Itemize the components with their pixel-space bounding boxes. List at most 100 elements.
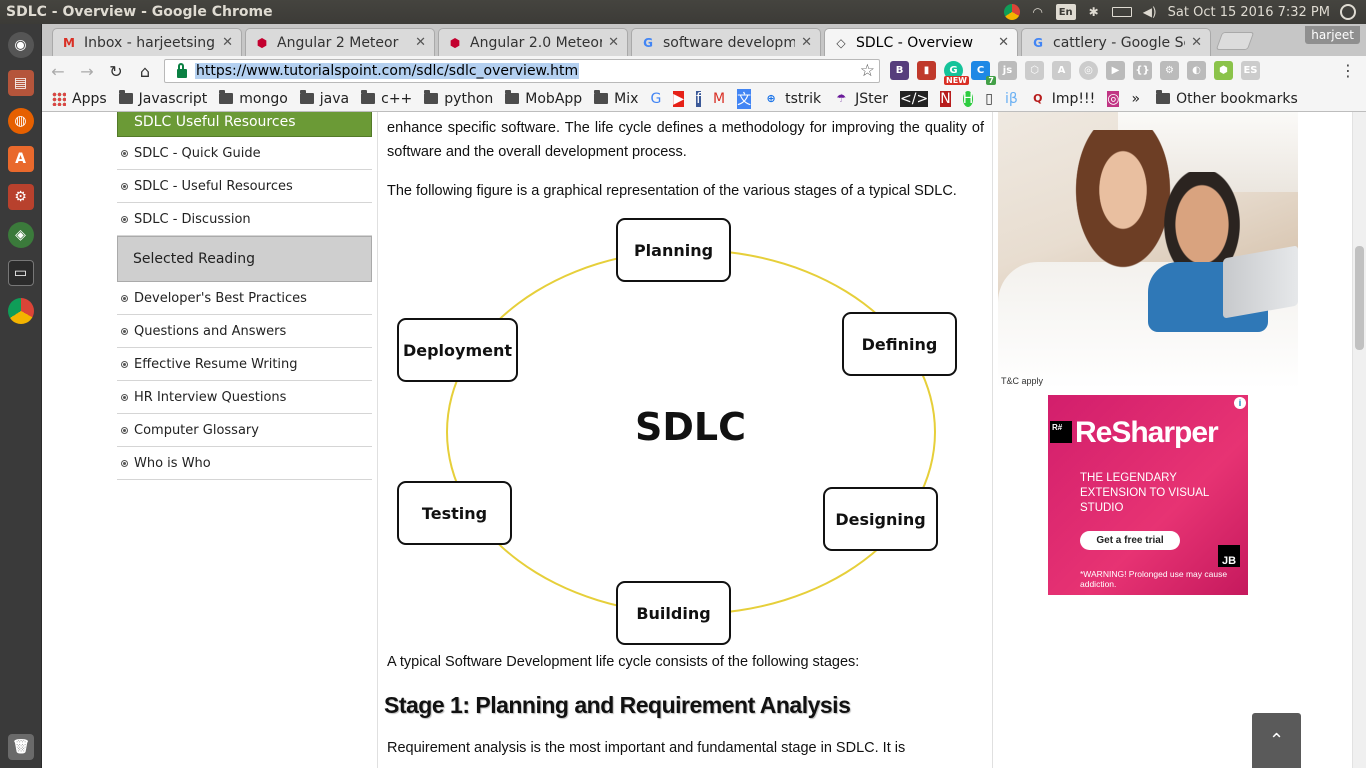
firefox-icon[interactable]: ◍ [4,104,38,138]
node-ext-icon[interactable]: ⬢ [1214,61,1233,80]
js-ext-icon[interactable]: js [998,61,1017,80]
bookmarks-overflow-button[interactable]: » [1131,91,1140,107]
bookmarks-bar: Apps Javascript mongo java c++ python Mo… [42,86,1366,112]
scrollbar-thumb[interactable] [1355,246,1364,350]
adchoices-icon[interactable]: i [1234,397,1246,409]
files-icon[interactable]: ▤ [4,66,38,100]
translate-bookmark-icon[interactable]: 文 [737,88,752,109]
bookmark-apps[interactable]: Apps [52,91,107,107]
shield-ext-icon[interactable]: ◐ [1187,61,1206,80]
resharper-logo: R# [1050,421,1072,443]
close-tab-icon[interactable]: ✕ [998,35,1009,50]
url-text[interactable]: https://www.tutorialspoint.com/sdlc/sdlc… [195,63,580,79]
sidebar-link-best-practices[interactable]: Developer's Best Practices [117,282,372,315]
sidebar-link-questions-answers[interactable]: Questions and Answers [117,315,372,348]
tab-angular20-meteor[interactable]: ⬢ Angular 2.0 Meteor ✕ [438,28,628,56]
hexagon-ext-icon[interactable]: ⬡ [1025,61,1044,80]
bookmark-star-icon[interactable]: ☆ [860,61,875,81]
chrome-tray-icon[interactable] [1003,4,1020,20]
power-gear-icon[interactable] [1340,4,1356,20]
bookmark-folder-python[interactable]: python [424,90,493,107]
wifi-icon[interactable]: ◠ [1030,4,1046,20]
android-studio-icon[interactable]: ◈ [4,218,38,252]
sidebar-link-discussion[interactable]: SDLC - Discussion [117,203,372,236]
software-center-icon[interactable]: A [4,142,38,176]
home-button[interactable]: ⌂ [132,58,158,84]
bookmark-folder-java[interactable]: java [299,90,349,107]
apps-grid-icon [52,91,66,106]
trash-icon[interactable]: 🗑 [4,730,38,764]
tab-software-development[interactable]: G software developm ✕ [631,28,821,56]
bookmark-jster[interactable]: ☂ JSter [833,91,888,107]
sidebar-link-quick-guide[interactable]: SDLC - Quick Guide [117,137,372,170]
tab-gmail[interactable]: M Inbox - harjeetsingh ✕ [52,28,242,56]
chrome-menu-icon[interactable]: ⋮ [1340,61,1356,80]
other-bookmarks[interactable]: Other bookmarks [1156,90,1298,107]
bookmark-imp[interactable]: Q Imp!!! [1030,91,1095,107]
es-ext-icon[interactable]: ES [1241,61,1260,80]
forward-button[interactable]: → [74,58,100,84]
close-tab-icon[interactable]: ✕ [415,35,426,50]
dash-icon[interactable]: ◉ [4,28,38,62]
resharper-ad[interactable]: i R# ReSharper THE LEGENDARY EXTENSION T… [1048,395,1248,595]
bracket-ext-icon[interactable]: {} [1133,61,1152,80]
gear-ext-icon[interactable]: ⚙ [1160,61,1179,80]
tab-angular2-meteor[interactable]: ⬢ Angular 2 Meteor ✕ [245,28,435,56]
photo-ad[interactable]: T&C apply [998,112,1298,389]
new-tab-button[interactable] [1215,32,1255,50]
tab-sdlc-overview[interactable]: ◇ SDLC - Overview ✕ [824,28,1018,56]
bookmark-folder-mix[interactable]: Mix [594,90,638,107]
code-bookmark-icon[interactable]: </> [900,90,929,107]
sidebar-link-who-is-who[interactable]: Who is Who [117,447,372,480]
bootstrap-ext-icon[interactable]: B [890,61,909,80]
sidebar-link-hr-interview[interactable]: HR Interview Questions [117,381,372,414]
instagram-bookmark-icon[interactable]: ◎ [1107,90,1120,107]
google-icon: G [643,35,653,50]
sidebar-link-useful-resources[interactable]: SDLC - Useful Resources [117,170,372,203]
bookmark-ext-icon[interactable]: ▮ [917,61,936,80]
bookmark-tstrik[interactable]: ⊕ tstrik [763,91,822,107]
close-tab-icon[interactable]: ✕ [801,35,812,50]
address-bar[interactable]: https://www.tutorialspoint.com/sdlc/sdlc… [164,59,880,83]
bookmark-folder-javascript[interactable]: Javascript [118,90,207,107]
tutorialspoint-icon: ◇ [836,35,846,50]
bluetooth-icon[interactable]: ✱ [1086,4,1102,20]
gmail-bookmark-icon[interactable]: M [713,91,725,107]
page-scrollbar[interactable] [1352,112,1366,768]
bookmark-folder-cpp[interactable]: c++ [361,90,412,107]
sidebar-link-glossary[interactable]: Computer Glossary [117,414,372,447]
back-to-top-button[interactable]: ⌃ [1252,713,1301,768]
facebook-bookmark-icon[interactable]: f [696,90,702,107]
chrome-apps-ext-icon[interactable]: C7 [971,61,996,85]
chrome-icon[interactable] [4,294,38,328]
h-bookmark-icon[interactable]: H [962,90,974,107]
tab-cattlery-google[interactable]: G cattlery - Google Se ✕ [1021,28,1211,56]
keyboard-layout-indicator[interactable]: En [1055,4,1076,20]
play-ext-icon[interactable]: ▶ [1106,61,1125,80]
grammarly-ext-icon[interactable]: G NEW [944,61,969,85]
close-tab-icon[interactable]: ✕ [608,35,619,50]
google-bookmark-icon[interactable]: G [650,91,661,107]
terminal-icon[interactable]: ▭ [4,256,38,290]
doc-bookmark-icon[interactable]: ▯ [985,91,993,107]
bookmark-folder-mongo[interactable]: mongo [219,90,288,107]
clock[interactable]: Sat Oct 15 2016 7:32 PM [1168,5,1330,20]
battery-icon[interactable] [1111,7,1132,17]
ib-bookmark-icon[interactable]: iβ [1005,91,1018,107]
bullet-icon [121,327,128,335]
gmail-icon: M [63,35,75,50]
reload-button[interactable]: ↻ [103,58,129,84]
settings-icon[interactable]: ⚙ [4,180,38,214]
close-tab-icon[interactable]: ✕ [222,35,233,50]
sidebar-link-resume-writing[interactable]: Effective Resume Writing [117,348,372,381]
n-bookmark-icon[interactable]: N [940,90,951,107]
get-free-trial-button[interactable]: Get a free trial [1080,531,1180,550]
volume-icon[interactable]: ◀) [1142,4,1158,20]
bookmark-folder-mobapp[interactable]: MobApp [505,90,582,107]
circle-ext-icon[interactable]: ◎ [1079,61,1098,80]
angular-ext-icon[interactable]: A [1052,61,1071,80]
youtube-bookmark-icon[interactable]: ▶ [673,90,685,107]
back-button[interactable]: ← [45,58,71,84]
close-tab-icon[interactable]: ✕ [1191,35,1202,50]
profile-button[interactable]: harjeet [1305,26,1360,44]
